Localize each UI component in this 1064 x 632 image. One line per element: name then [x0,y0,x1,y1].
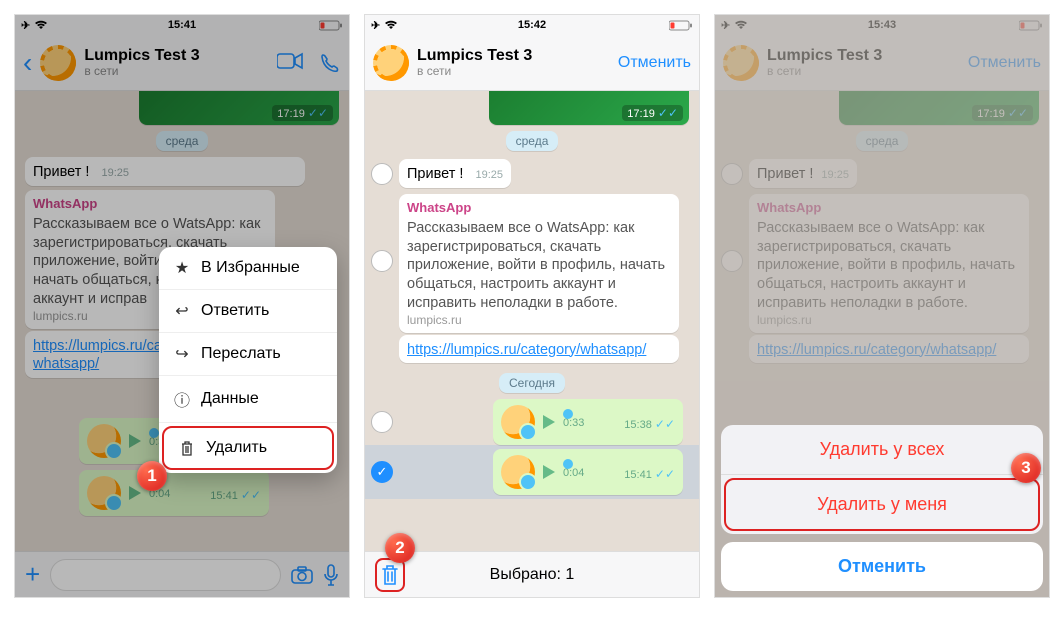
voice-avatar [501,405,535,439]
select-circle[interactable] [371,250,393,272]
context-menu: ★В Избранные ↩Ответить ↪Переслать ⓘДанны… [159,247,337,473]
phone-3: ✈ 15:43 Lumpics Test 3 в сети Отменить 1… [714,14,1050,598]
menu-delete[interactable]: Удалить [162,426,334,470]
delete-for-me[interactable]: Удалить у меня [724,478,1040,531]
select-circle[interactable] [371,163,393,185]
contact-avatar[interactable] [373,45,409,81]
menu-reply[interactable]: ↩Ответить [159,290,337,333]
wifi-icon [384,20,398,30]
status-bar: ✈ 15:42 [365,15,699,35]
voice-message-1[interactable]: 0:3315:38 ✓✓ [493,399,683,445]
play-icon[interactable] [543,465,555,479]
play-icon[interactable] [543,415,555,429]
menu-forward[interactable]: ↪Переслать [159,333,337,376]
cancel-button[interactable]: Отменить [721,542,1043,591]
forward-icon: ↪ [173,344,191,364]
contact-name[interactable]: Lumpics Test 3 [417,47,610,65]
selected-count: Выбрано: 1 [490,566,575,584]
delete-for-everyone[interactable]: Удалить у всех [721,425,1043,475]
step-badge-2: 2 [385,533,415,563]
info-icon: ⓘ [173,387,191,411]
contact-status: в сети [417,65,610,78]
chat-body: 17:19 ✓✓ среда Привет ! 19:25 WhatsApp Р… [365,91,699,551]
step-badge-3: 3 [1011,453,1041,483]
chat-header: Lumpics Test 3 в сети Отменить [365,35,699,91]
action-sheet: Удалить у всех Удалить у меня Отменить [721,425,1043,591]
clock: 15:42 [518,19,546,31]
selectable-row-selected[interactable]: ✓ 0:0415:41 ✓✓ [365,445,699,499]
menu-info[interactable]: ⓘДанные [159,376,337,423]
select-circle[interactable] [371,411,393,433]
cancel-button[interactable]: Отменить [618,54,691,72]
message-link[interactable]: https://lumpics.ru/category/whatsapp/ [399,335,679,364]
menu-star[interactable]: ★В Избранные [159,247,337,290]
trash-icon [178,440,196,456]
selectable-row[interactable]: Привет ! 19:25 [365,157,699,190]
step-badge-1: 1 [137,461,167,491]
message-hello[interactable]: Привет ! 19:25 [399,159,511,188]
day-chip-today: Сегодня [499,373,565,393]
selection-bar: Выбрано: 1 [365,551,699,597]
voice-avatar [501,455,535,489]
selectable-row[interactable]: 0:3315:38 ✓✓ [365,399,699,445]
voice-message-2[interactable]: 0:0415:41 ✓✓ [493,449,683,495]
airplane-icon: ✈ [371,19,380,32]
star-icon: ★ [173,258,191,278]
selectable-row[interactable]: WhatsApp Рассказываем все о WatsApp: как… [365,190,699,368]
reply-icon: ↩ [173,301,191,321]
select-circle-checked[interactable]: ✓ [371,461,393,483]
battery-icon [669,20,693,31]
image-message[interactable]: 17:19 ✓✓ [489,91,689,125]
day-chip-wed: среда [506,131,559,151]
message-article[interactable]: WhatsApp Рассказываем все о WatsApp: как… [399,194,679,333]
phone-1: ✈ 15:41 ‹ Lumpics Test 3 в сети 17:19 ✓✓… [14,14,350,598]
phone-2: ✈ 15:42 Lumpics Test 3 в сети Отменить 1… [364,14,700,598]
link[interactable]: https://lumpics.ru/category/whatsapp/ [407,342,646,358]
